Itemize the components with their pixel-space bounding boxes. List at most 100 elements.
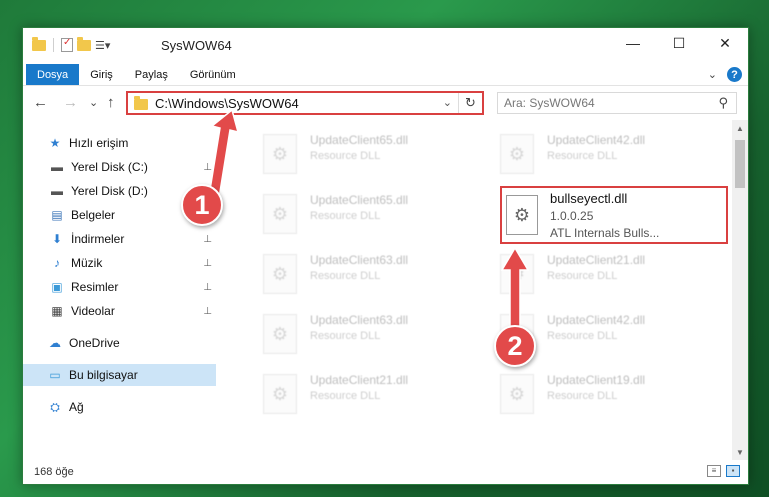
- dll-file-icon: ⚙: [506, 195, 538, 235]
- maximize-button[interactable]: ☐: [656, 28, 702, 58]
- up-icon[interactable]: ↑: [107, 94, 115, 111]
- window-title: SysWOW64: [161, 38, 232, 53]
- address-path[interactable]: C:\Windows\SysWOW64: [155, 96, 299, 111]
- file-type: Resource DLL: [547, 390, 618, 402]
- close-button[interactable]: ✕: [702, 28, 748, 58]
- search-placeholder: Ara: SysWOW64: [504, 96, 595, 110]
- pin-icon[interactable]: ⊥: [203, 258, 212, 269]
- file-type: Resource DLL: [547, 150, 618, 162]
- sidebar-item-pictures[interactable]: ▣ Resimler ⊥: [23, 276, 216, 298]
- sidebar-item-label: Yerel Disk (D:): [71, 184, 148, 198]
- file-type: Resource DLL: [310, 270, 381, 282]
- network-icon: ⛭: [50, 399, 60, 414]
- pin-icon[interactable]: ⊥: [203, 234, 212, 245]
- file-name: UpdateClient65.dll: [310, 193, 409, 207]
- sidebar-item-this-pc[interactable]: ▭ Bu bilgisayar: [23, 364, 216, 386]
- download-icon: ⬇: [51, 232, 63, 246]
- file-tile[interactable]: ⚙ UpdateClient19.dll Resource DLL: [500, 370, 720, 428]
- file-tile[interactable]: ⚙ UpdateClient63.dll Resource DLL: [263, 250, 483, 308]
- tab-file[interactable]: Dosya: [26, 64, 80, 85]
- chevron-down-icon[interactable]: ⌄: [443, 96, 452, 109]
- highlighted-file-tile[interactable]: ⚙ bullseyectl.dll 1.0.0.25 ATL Internals…: [500, 186, 728, 244]
- file-tile[interactable]: ⚙ UpdateClient65.dll Resource DLL: [263, 190, 483, 248]
- scroll-thumb[interactable]: [735, 140, 745, 188]
- pictures-icon: ▣: [51, 280, 63, 294]
- file-tile[interactable]: ⚙ UpdateClient21.dll Resource DLL: [263, 370, 483, 428]
- sidebar-item-label: Yerel Disk (C:): [71, 160, 148, 174]
- search-icon[interactable]: ⚲: [718, 95, 728, 111]
- sidebar-item-downloads[interactable]: ⬇ İndirmeler ⊥: [23, 228, 216, 250]
- file-name: UpdateClient42.dll: [547, 133, 646, 147]
- item-count: 168 öğe: [34, 466, 74, 478]
- back-icon[interactable]: ←: [33, 94, 48, 111]
- title-bar: ☰▾ SysWOW64 — ☐ ✕: [23, 28, 748, 64]
- help-icon[interactable]: ?: [727, 67, 742, 82]
- dll-file-icon: ⚙: [500, 374, 534, 414]
- vertical-scrollbar[interactable]: ▲ ▼: [732, 120, 748, 460]
- file-type: Resource DLL: [547, 270, 618, 282]
- details-view-icon[interactable]: ≡: [707, 465, 721, 477]
- minimize-button[interactable]: —: [610, 28, 656, 58]
- tab-share[interactable]: Paylaş: [124, 64, 179, 85]
- sidebar-item-network[interactable]: ⛭ Ağ: [23, 396, 216, 418]
- dll-file-icon: ⚙: [500, 134, 534, 174]
- file-tile[interactable]: ⚙ UpdateClient42.dll Resource DLL: [500, 130, 720, 188]
- sidebar-item-quick-access[interactable]: ★ Hızlı erişim: [23, 132, 216, 154]
- address-bar[interactable]: C:\Windows\SysWOW64 ⌄ ↻: [126, 91, 484, 115]
- tab-view[interactable]: Görünüm: [179, 64, 247, 85]
- customize-toolbar-icon[interactable]: ☰▾: [95, 39, 110, 52]
- pin-icon[interactable]: ⊥: [203, 282, 212, 293]
- file-tile[interactable]: ⚙ UpdateClient65.dll Resource DLL: [263, 130, 483, 188]
- file-name: UpdateClient21.dll: [547, 253, 646, 267]
- sidebar-item-label: Müzik: [71, 256, 103, 270]
- star-icon: ★: [49, 136, 61, 150]
- tab-home[interactable]: Giriş: [79, 64, 124, 85]
- file-name: bullseyectl.dll: [550, 190, 628, 206]
- sidebar-item-drive-c[interactable]: ▬ Yerel Disk (C:) ⊥: [23, 156, 216, 178]
- explorer-body: ★ Hızlı erişim ▬ Yerel Disk (C:) ⊥ ▬ Yerel Dis…: [23, 120, 748, 460]
- new-folder-icon[interactable]: [77, 36, 91, 51]
- dll-file-icon: ⚙: [263, 314, 297, 354]
- file-tile[interactable]: ⚙ UpdateClient21.dll Resource DLL: [500, 250, 720, 308]
- sidebar-item-label: Ağ: [69, 400, 84, 414]
- sidebar-item-music[interactable]: ♪ Müzik ⊥: [23, 252, 216, 274]
- drive-icon: ▬: [51, 160, 63, 174]
- scroll-up-icon[interactable]: ▲: [732, 120, 748, 136]
- file-name: UpdateClient19.dll: [547, 373, 646, 387]
- file-name: UpdateClient63.dll: [310, 253, 409, 267]
- file-type: Resource DLL: [310, 150, 381, 162]
- recent-locations-icon[interactable]: ⌄: [89, 96, 98, 109]
- properties-icon[interactable]: [61, 37, 73, 52]
- file-description: ATL Internals Bulls...: [550, 225, 660, 240]
- file-name: UpdateClient42.dll: [547, 313, 646, 327]
- folder-icon[interactable]: [32, 36, 46, 51]
- refresh-icon[interactable]: ↻: [458, 93, 482, 113]
- file-name: UpdateClient21.dll: [310, 373, 409, 387]
- file-tile[interactable]: ⚙ UpdateClient63.dll Resource DLL: [263, 310, 483, 368]
- navigation-bar: ← → ⌄ ↑ C:\Windows\SysWOW64 ⌄ ↻ Ara: Sys…: [23, 86, 748, 120]
- quick-access-toolbar: ☰▾: [32, 36, 110, 52]
- expand-ribbon-icon[interactable]: ⌄: [708, 68, 717, 81]
- dll-file-icon: ⚙: [263, 374, 297, 414]
- computer-icon: ▭: [49, 368, 61, 382]
- sidebar-item-label: OneDrive: [69, 336, 120, 350]
- pin-icon[interactable]: ⊥: [203, 306, 212, 317]
- dll-file-icon: ⚙: [263, 254, 297, 294]
- search-input[interactable]: Ara: SysWOW64 ⚲: [497, 92, 737, 114]
- scroll-down-icon[interactable]: ▼: [732, 444, 748, 460]
- sidebar-item-videos[interactable]: ▦ Videolar ⊥: [23, 300, 216, 322]
- sidebar-item-onedrive[interactable]: ☁ OneDrive: [23, 332, 216, 354]
- forward-icon[interactable]: →: [63, 94, 78, 111]
- window-controls: — ☐ ✕: [610, 28, 748, 58]
- tiles-view-icon[interactable]: ▪: [726, 465, 740, 477]
- folder-icon: [134, 95, 148, 110]
- view-switcher: ≡ ▪: [707, 465, 740, 477]
- step-badge-1: 1: [181, 184, 223, 226]
- videos-icon: ▦: [51, 304, 63, 318]
- documents-icon: ▤: [51, 208, 63, 222]
- sidebar-item-label: Bu bilgisayar: [69, 368, 138, 382]
- sidebar-item-label: Hızlı erişim: [69, 136, 129, 150]
- dll-file-icon: ⚙: [500, 254, 534, 294]
- explorer-window: ☰▾ SysWOW64 — ☐ ✕ Dosya Giriş Paylaş Gör…: [22, 27, 749, 485]
- pin-icon[interactable]: ⊥: [203, 162, 212, 173]
